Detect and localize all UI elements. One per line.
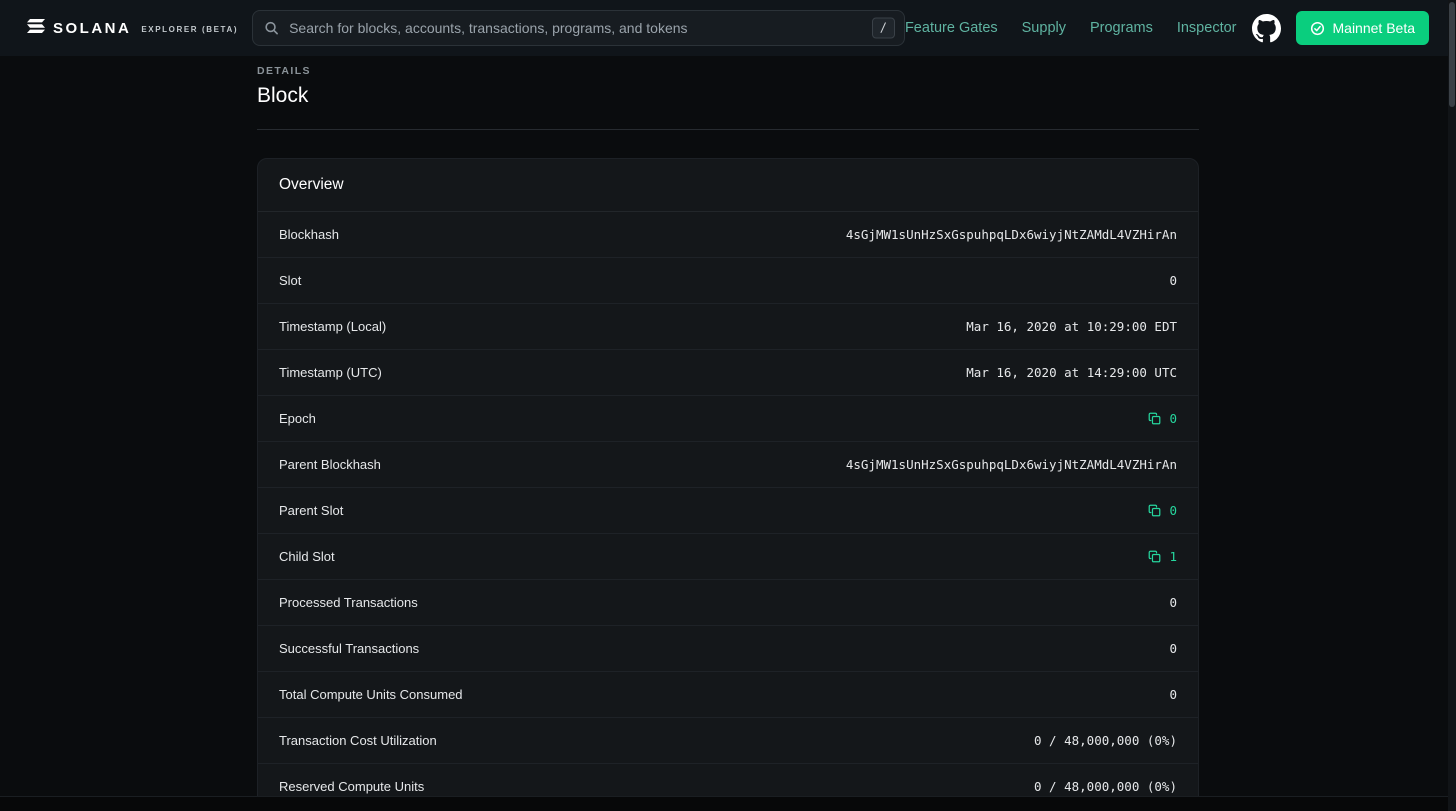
nav-link-feature-gates[interactable]: Feature Gates (905, 20, 998, 36)
row-value-wrap: 0 / 48,000,000 (0%) (1034, 733, 1177, 748)
row-value-wrap: 0 (1148, 503, 1177, 518)
row-value: 4sGjMW1sUnHzSxGspuhpqLDx6wiyjNtZAMdL4VZH… (846, 457, 1177, 472)
scrollbar-track (1448, 0, 1456, 811)
check-circle-icon (1310, 21, 1325, 36)
copy-icon (1148, 550, 1161, 563)
table-row: Processed Transactions 0 (258, 579, 1198, 625)
row-value-wrap: 0 / 48,000,000 (0%) (1034, 779, 1177, 794)
nav-link-inspector[interactable]: Inspector (1177, 20, 1237, 36)
nav-link-supply[interactable]: Supply (1022, 20, 1066, 36)
nav-link-programs[interactable]: Programs (1090, 20, 1153, 36)
table-row: Blockhash 4sGjMW1sUnHzSxGspuhpqLDx6wiyjN… (258, 212, 1198, 257)
search-input[interactable] (252, 10, 905, 46)
title-divider (257, 129, 1199, 130)
scrollbar-thumb[interactable] (1449, 2, 1455, 107)
row-label: Parent Slot (279, 503, 343, 518)
copy-icon (1148, 412, 1161, 425)
row-value-wrap: 0 (1148, 411, 1177, 426)
row-label: Transaction Cost Utilization (279, 733, 437, 748)
row-value-wrap: 4sGjMW1sUnHzSxGspuhpqLDx6wiyjNtZAMdL4VZH… (846, 227, 1177, 242)
row-value-link[interactable]: 1 (1169, 549, 1177, 564)
table-row: Parent Slot 0 (258, 487, 1198, 533)
navbar: SOLANA EXPLORER (BETA) / Feature Gates S… (0, 0, 1456, 56)
row-label: Parent Blockhash (279, 457, 381, 472)
row-label: Total Compute Units Consumed (279, 687, 463, 702)
github-icon[interactable] (1252, 14, 1281, 43)
solana-bars-icon (27, 19, 45, 38)
row-value: 0 (1169, 273, 1177, 288)
row-value: Mar 16, 2020 at 10:29:00 EDT (966, 319, 1177, 334)
table-row: Epoch 0 (258, 395, 1198, 441)
cluster-button-label: Mainnet Beta (1333, 20, 1416, 36)
row-label: Epoch (279, 411, 316, 426)
row-value-link[interactable]: 0 (1169, 503, 1177, 518)
row-label: Successful Transactions (279, 641, 419, 656)
row-label: Slot (279, 273, 301, 288)
main-content: DETAILS Block Overview Blockhash 4sGjMW1… (257, 56, 1199, 810)
table-row: Total Compute Units Consumed 0 (258, 671, 1198, 717)
row-value: 0 (1169, 595, 1177, 610)
table-row: Timestamp (UTC) Mar 16, 2020 at 14:29:00… (258, 349, 1198, 395)
copy-icon (1148, 504, 1161, 517)
solana-logo[interactable]: SOLANA EXPLORER (BETA) (27, 19, 238, 38)
navbar-links: Feature Gates Supply Programs Inspector (905, 20, 1237, 36)
row-value-wrap: 0 (1169, 595, 1177, 610)
row-value-wrap: 0 (1169, 641, 1177, 656)
row-value: 0 (1169, 641, 1177, 656)
table-row: Timestamp (Local) Mar 16, 2020 at 10:29:… (258, 303, 1198, 349)
table-row: Slot 0 (258, 257, 1198, 303)
search-bar: / (252, 10, 905, 46)
row-label: Timestamp (UTC) (279, 365, 382, 380)
table-row: Child Slot 1 (258, 533, 1198, 579)
row-value-wrap: 0 (1169, 687, 1177, 702)
overview-rows: Blockhash 4sGjMW1sUnHzSxGspuhpqLDx6wiyjN… (258, 212, 1198, 809)
search-icon (264, 21, 279, 36)
footer-divider (0, 796, 1456, 811)
row-value: 0 / 48,000,000 (0%) (1034, 779, 1177, 794)
row-value: Mar 16, 2020 at 14:29:00 UTC (966, 365, 1177, 380)
row-label: Timestamp (Local) (279, 319, 386, 334)
table-row: Transaction Cost Utilization 0 / 48,000,… (258, 717, 1198, 763)
cluster-button[interactable]: Mainnet Beta (1296, 11, 1430, 45)
row-label: Blockhash (279, 227, 339, 242)
brand-tagline: EXPLORER (BETA) (141, 25, 238, 34)
row-value: 0 / 48,000,000 (0%) (1034, 733, 1177, 748)
row-value-wrap: 4sGjMW1sUnHzSxGspuhpqLDx6wiyjNtZAMdL4VZH… (846, 457, 1177, 472)
table-row: Parent Blockhash 4sGjMW1sUnHzSxGspuhpqLD… (258, 441, 1198, 487)
row-value: 4sGjMW1sUnHzSxGspuhpqLDx6wiyjNtZAMdL4VZH… (846, 227, 1177, 242)
slash-shortcut-badge: / (872, 18, 895, 39)
breadcrumb-eyebrow: DETAILS (257, 65, 1199, 77)
row-label: Processed Transactions (279, 595, 418, 610)
copy-button[interactable] (1148, 504, 1161, 517)
copy-button[interactable] (1148, 412, 1161, 425)
overview-card: Overview Blockhash 4sGjMW1sUnHzSxGspuhpq… (257, 158, 1199, 810)
page-title: Block (257, 84, 1199, 108)
row-value-link[interactable]: 0 (1169, 411, 1177, 426)
row-value-wrap: Mar 16, 2020 at 14:29:00 UTC (966, 365, 1177, 380)
row-label: Reserved Compute Units (279, 779, 424, 794)
copy-button[interactable] (1148, 550, 1161, 563)
row-value-wrap: 0 (1169, 273, 1177, 288)
row-value-wrap: Mar 16, 2020 at 10:29:00 EDT (966, 319, 1177, 334)
brand-name: SOLANA (53, 20, 131, 37)
overview-card-title: Overview (258, 159, 1198, 212)
row-label: Child Slot (279, 549, 335, 564)
row-value-wrap: 1 (1148, 549, 1177, 564)
row-value: 0 (1169, 687, 1177, 702)
table-row: Successful Transactions 0 (258, 625, 1198, 671)
